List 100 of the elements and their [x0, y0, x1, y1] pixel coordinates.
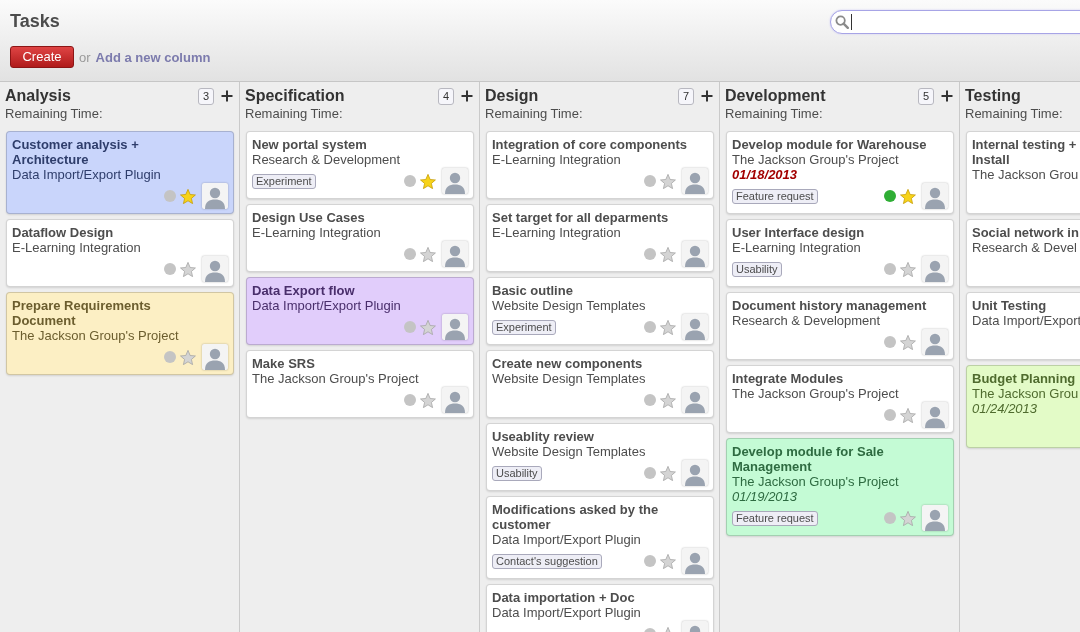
star-icon[interactable] — [420, 392, 436, 408]
task-card[interactable]: Useablity review Website Design Templates Usability — [486, 423, 714, 491]
search-field[interactable] — [830, 10, 1080, 34]
star-icon[interactable] — [660, 465, 676, 481]
project-name: E-Learning Integration — [12, 240, 141, 255]
star-icon[interactable] — [900, 334, 916, 350]
plus-icon[interactable] — [461, 90, 473, 102]
star-icon[interactable] — [660, 173, 676, 189]
task-title: Integration of core components — [492, 137, 687, 152]
column-title: Testing — [965, 87, 1021, 105]
task-card[interactable]: Create new components Website Design Templates — [486, 350, 714, 418]
task-title: Document history management — [732, 298, 927, 313]
tag-label: Experiment — [252, 173, 316, 189]
star-icon[interactable] — [660, 553, 676, 569]
task-card[interactable]: New portal system Research & Development Experiment — [246, 131, 474, 199]
tag-label: Feature request — [732, 510, 818, 526]
column-title: Development — [725, 87, 826, 105]
column-title: Specification — [245, 87, 345, 105]
status-dot-icon[interactable] — [884, 336, 896, 348]
status-dot-icon[interactable] — [164, 190, 176, 202]
project-name: Data Import/Export Plugin — [12, 167, 161, 182]
status-dot-icon[interactable] — [644, 467, 656, 479]
status-dot-icon[interactable] — [644, 321, 656, 333]
task-card[interactable]: Document history management Research & Development — [726, 292, 954, 360]
star-icon[interactable] — [660, 392, 676, 408]
star-icon[interactable] — [660, 319, 676, 335]
task-title: Create new components — [492, 356, 643, 371]
task-title: Design Use Cases — [252, 210, 365, 225]
task-title: Unit Testing — [972, 298, 1047, 313]
deadline-date: 01/18/2013 — [732, 167, 798, 182]
task-card[interactable]: Integrate Modules The Jackson Group's Project — [726, 365, 954, 433]
task-card[interactable]: Social network in Research & Devel — [966, 219, 1080, 287]
task-card[interactable]: Set target for all deparments E-Learning Integration — [486, 204, 714, 272]
star-icon[interactable] — [420, 319, 436, 335]
task-card[interactable]: User Interface design E-Learning Integration Usability — [726, 219, 954, 287]
task-card[interactable]: Make SRS The Jackson Group's Project — [246, 350, 474, 418]
status-dot-icon[interactable] — [884, 512, 896, 524]
project-name: Research & Devel — [972, 240, 1077, 255]
plus-icon[interactable] — [221, 90, 233, 102]
star-icon[interactable] — [900, 188, 916, 204]
task-card[interactable]: Integration of core components E-Learning Integration — [486, 131, 714, 199]
deadline-date: 01/24/2013 — [972, 401, 1038, 416]
plus-icon[interactable] — [701, 90, 713, 102]
create-button[interactable]: Create — [10, 46, 74, 68]
project-name: Website Design Templates — [492, 298, 646, 313]
project-name: The Jackson Group's Project — [732, 474, 899, 489]
star-icon[interactable] — [180, 349, 196, 365]
status-dot-icon[interactable] — [884, 190, 896, 202]
task-card[interactable]: Data Export flow Data Import/Export Plugin — [246, 277, 474, 345]
task-card[interactable]: Data importation + Doc Data Import/Export Plugin — [486, 584, 714, 632]
task-card[interactable]: Basic outline Website Design Templates Experiment — [486, 277, 714, 345]
project-name: Data Import/Export Plugin — [492, 605, 641, 620]
column-title: Design — [485, 87, 539, 105]
remaining-time-label: Remaining Time: — [965, 106, 1063, 122]
task-title: Internal testing + Install — [972, 137, 1077, 167]
star-icon[interactable] — [180, 188, 196, 204]
plus-icon[interactable] — [941, 90, 953, 102]
status-dot-icon[interactable] — [404, 321, 416, 333]
task-card[interactable]: Develop module for Sale Management The Jackson Group's Project 01/19/2013 Feature request — [726, 438, 954, 536]
task-title: User Interface design — [732, 225, 865, 240]
star-icon[interactable] — [660, 246, 676, 262]
task-card[interactable]: Design Use Cases E-Learning Integration — [246, 204, 474, 272]
task-card[interactable]: Develop module for Warehouse The Jackson Group's Project 01/18/2013 Feature request — [726, 131, 954, 214]
task-title: Data importation + Doc — [492, 590, 635, 605]
task-count-badge: 3 — [197, 87, 214, 105]
task-card[interactable]: Customer analysis + Architecture Data Import/Export Plugin — [6, 131, 234, 214]
project-name: The Jackson Group's Project — [252, 371, 419, 386]
task-card[interactable]: Internal testing + Install The Jackson Grou — [966, 131, 1080, 214]
task-title: Develop module for Warehouse — [732, 137, 927, 152]
project-name: The Jackson Grou — [972, 386, 1079, 401]
task-card[interactable]: Budget Planning The Jackson Grou 01/24/2013 — [966, 365, 1080, 448]
star-icon[interactable] — [180, 261, 196, 277]
task-title: Customer analysis + Architecture — [12, 137, 140, 167]
page-title: Tasks — [10, 10, 60, 32]
status-dot-icon[interactable] — [644, 248, 656, 260]
star-icon[interactable] — [900, 407, 916, 423]
task-card[interactable]: Prepare Requirements Document The Jackson Group's Project — [6, 292, 234, 375]
task-card[interactable]: Modifications asked by the customer Data Import/Export Plugin Contact's suggestion — [486, 496, 714, 579]
status-dot-icon[interactable] — [404, 175, 416, 187]
task-count-badge: 7 — [677, 87, 694, 105]
tag-label: Usability — [492, 465, 542, 481]
status-dot-icon[interactable] — [404, 394, 416, 406]
remaining-time-label: Remaining Time: — [485, 106, 583, 122]
deadline-date: 01/19/2013 — [732, 489, 798, 504]
star-icon[interactable] — [420, 246, 436, 262]
star-icon[interactable] — [900, 510, 916, 526]
project-name: Data Import/Export Plugin — [492, 532, 641, 547]
status-dot-icon[interactable] — [644, 555, 656, 567]
project-name: E-Learning Integration — [492, 152, 621, 167]
task-card[interactable]: Dataflow Design E-Learning Integration — [6, 219, 234, 287]
status-dot-icon[interactable] — [404, 248, 416, 260]
status-dot-icon[interactable] — [884, 263, 896, 275]
star-icon[interactable] — [420, 173, 436, 189]
status-dot-icon[interactable] — [644, 175, 656, 187]
status-dot-icon[interactable] — [164, 263, 176, 275]
status-dot-icon[interactable] — [644, 394, 656, 406]
star-icon[interactable] — [900, 261, 916, 277]
status-dot-icon[interactable] — [884, 409, 896, 421]
status-dot-icon[interactable] — [164, 351, 176, 363]
task-title: Make SRS — [252, 356, 315, 371]
